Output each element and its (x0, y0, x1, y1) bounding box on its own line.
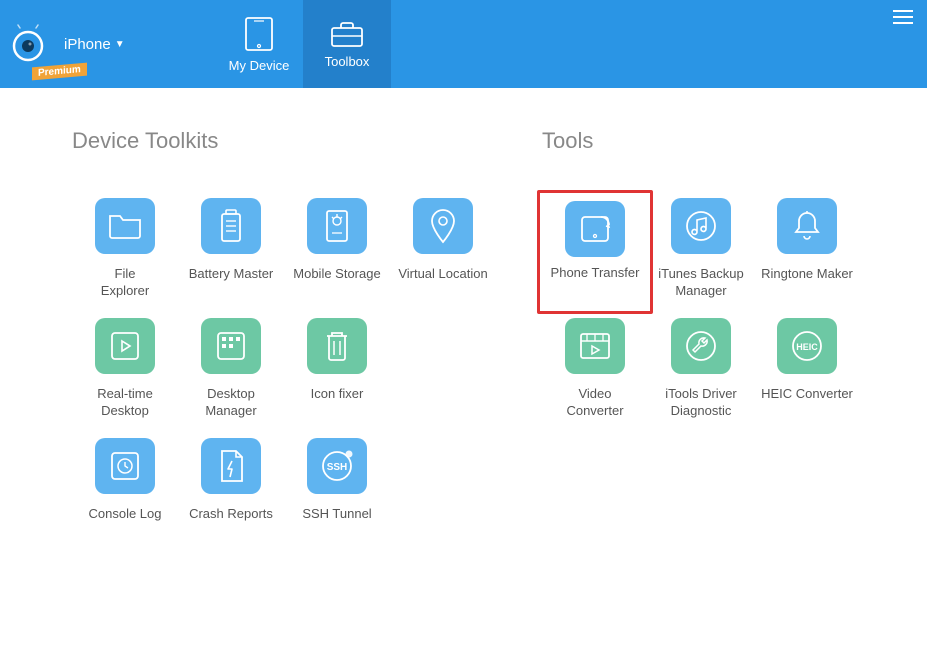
tool-label: iTools DriverDiagnostic (665, 386, 737, 420)
itunes-icon (671, 198, 731, 254)
tool-label: Ringtone Maker (761, 266, 853, 283)
section-device-toolkits: Device Toolkits FileExplorer Battery Mast… (72, 128, 502, 554)
tool-ringtone-maker[interactable]: Ringtone Maker (754, 194, 860, 314)
bell-icon (777, 198, 837, 254)
tool-console-log[interactable]: Console Log (72, 434, 178, 554)
tool-crash-reports[interactable]: Crash Reports (178, 434, 284, 554)
tool-icon-fixer[interactable]: Icon fixer (284, 314, 390, 434)
tool-ssh-tunnel[interactable]: SSH SSH Tunnel (284, 434, 390, 554)
tool-label: SSH Tunnel (302, 506, 371, 523)
tool-label: FileExplorer (101, 266, 149, 300)
tool-label: Mobile Storage (293, 266, 380, 283)
tool-label: Crash Reports (189, 506, 273, 523)
tab-label: My Device (229, 58, 290, 73)
storage-icon (307, 198, 367, 254)
play-icon (95, 318, 155, 374)
location-icon (413, 198, 473, 254)
tool-itunes-backup-manager[interactable]: iTunes BackupManager (648, 194, 754, 314)
tool-label: DesktopManager (205, 386, 256, 420)
crash-icon (201, 438, 261, 494)
folder-icon (95, 198, 155, 254)
video-icon (565, 318, 625, 374)
content: Device Toolkits FileExplorer Battery Mast… (0, 88, 927, 554)
tab-my-device[interactable]: My Device (215, 0, 303, 88)
tablet-icon (244, 16, 274, 52)
tool-label: Virtual Location (398, 266, 487, 283)
tool-phone-transfer[interactable]: Phone Transfer (537, 190, 653, 314)
tools-grid: Phone Transfer iTunes BackupManager Ringto… (542, 194, 882, 434)
tool-label: Phone Transfer (551, 265, 640, 282)
premium-badge: Premium (32, 63, 87, 81)
chevron-down-icon: ▼ (115, 39, 125, 50)
trash-icon (307, 318, 367, 374)
heic-icon: HEIC (777, 318, 837, 374)
svg-text:HEIC: HEIC (796, 342, 818, 352)
tool-label: iTunes BackupManager (658, 266, 744, 300)
transfer-icon (565, 201, 625, 257)
tool-virtual-location[interactable]: Virtual Location (390, 194, 496, 314)
tool-real-time-desktop[interactable]: Real-timeDesktop (72, 314, 178, 434)
header: Premium iPhone ▼ My Device Toolbox (0, 0, 927, 88)
tab-label: Toolbox (325, 54, 370, 69)
toolbox-icon (330, 20, 364, 48)
tool-itools-driver-diagnostic[interactable]: iTools DriverDiagnostic (648, 314, 754, 434)
tool-video-converter[interactable]: VideoConverter (542, 314, 648, 434)
logo-area: Premium iPhone ▼ (0, 24, 215, 64)
tool-file-explorer[interactable]: FileExplorer (72, 194, 178, 314)
tool-label: HEIC Converter (761, 386, 853, 403)
tool-battery-master[interactable]: Battery Master (178, 194, 284, 314)
tool-mobile-storage[interactable]: Mobile Storage (284, 194, 390, 314)
tool-label: Icon fixer (311, 386, 364, 403)
tool-heic-converter[interactable]: HEIC HEIC Converter (754, 314, 860, 434)
svg-text:SSH: SSH (327, 462, 348, 473)
device-label: iPhone (64, 36, 111, 53)
clock-icon (95, 438, 155, 494)
tool-label: VideoConverter (566, 386, 623, 420)
ssh-icon: SSH (307, 438, 367, 494)
tool-desktop-manager[interactable]: DesktopManager (178, 314, 284, 434)
app-logo-icon: Premium (8, 24, 48, 64)
grid-icon (201, 318, 261, 374)
menu-icon[interactable] (893, 10, 913, 24)
tool-label: Battery Master (189, 266, 274, 283)
section-title: Tools (542, 128, 882, 154)
device-toolkits-grid: FileExplorer Battery Master Mobile Storage… (72, 194, 502, 554)
nav-tabs: My Device Toolbox (215, 0, 391, 88)
tool-label: Console Log (89, 506, 162, 523)
section-tools: Tools Phone Transfer iTunes BackupManager… (542, 128, 882, 554)
tool-label: Real-timeDesktop (97, 386, 153, 420)
device-selector[interactable]: iPhone ▼ (64, 36, 125, 53)
section-title: Device Toolkits (72, 128, 502, 154)
wrench-icon (671, 318, 731, 374)
tab-toolbox[interactable]: Toolbox (303, 0, 391, 88)
battery-icon (201, 198, 261, 254)
